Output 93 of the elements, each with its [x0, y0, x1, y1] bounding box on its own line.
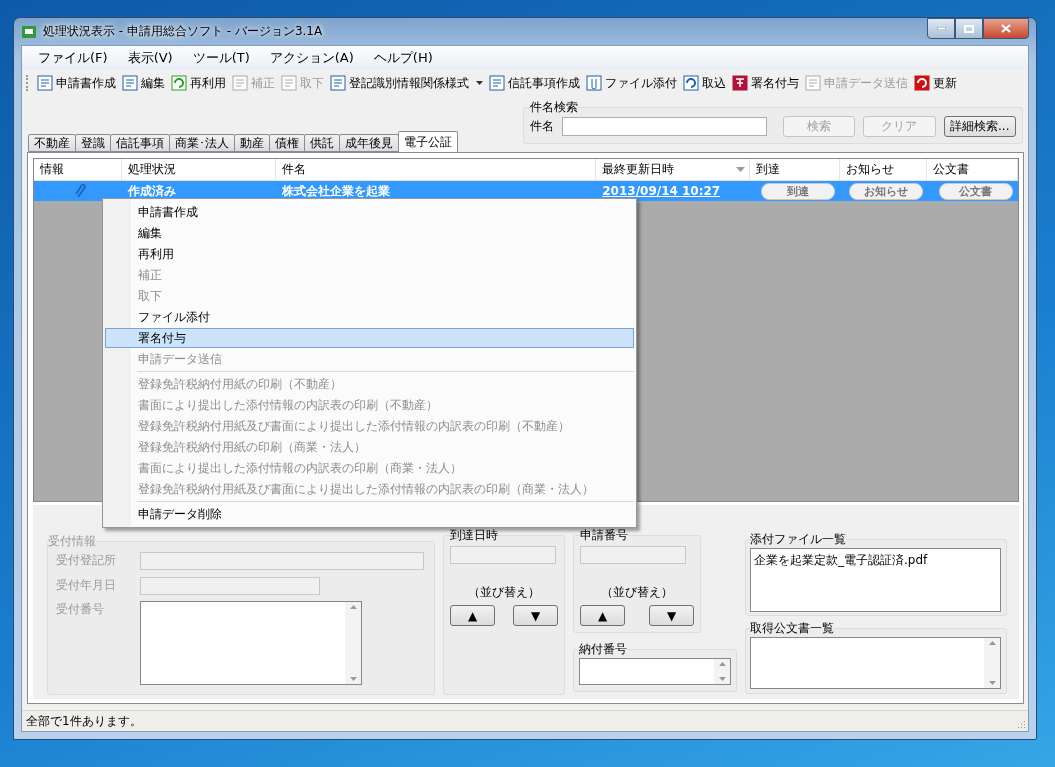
field-label: 受付年月日 — [56, 576, 117, 594]
context-menu-item[interactable]: 編集 — [105, 223, 634, 243]
file-list-item[interactable]: 企業を起業定款_電子認証済.pdf — [754, 552, 997, 569]
group-title: 添付ファイル一覧 — [750, 531, 846, 548]
toolbar-button[interactable]: 信託事項作成 — [486, 72, 583, 94]
toolbar-button[interactable]: 再利用 — [168, 72, 229, 94]
menu-item[interactable]: 表示(V) — [119, 47, 181, 69]
column-header[interactable]: 最終更新日時 — [596, 159, 750, 180]
close-icon — [1001, 24, 1011, 33]
sync-icon — [683, 75, 699, 91]
context-menu-item[interactable]: 申請書作成 — [105, 202, 634, 222]
toolbar-button[interactable]: 登記識別情報関係様式 — [327, 72, 486, 94]
tab[interactable]: 不動産 — [28, 134, 76, 152]
form-icon — [37, 75, 53, 91]
context-menu-item[interactable]: 申請データ削除 — [105, 504, 634, 524]
text-field[interactable] — [140, 576, 320, 595]
sort-down-button[interactable]: ▼ — [649, 605, 694, 626]
text-field[interactable] — [580, 546, 686, 564]
text-area[interactable] — [579, 658, 731, 685]
menu-item[interactable]: ヘルプ(H) — [365, 47, 441, 69]
context-menu-item[interactable]: ファイル添付 — [105, 307, 634, 327]
column-header[interactable]: 件名 — [276, 159, 597, 180]
document-icon — [281, 75, 297, 91]
app-icon — [21, 23, 37, 40]
text-field[interactable] — [450, 546, 556, 564]
tab[interactable]: 信託事項 — [110, 134, 170, 152]
sort-down-button[interactable]: ▼ — [513, 605, 558, 626]
resize-grip-icon[interactable] — [1016, 719, 1026, 729]
paperclip-icon — [586, 75, 602, 91]
group-title: 納付番号 — [579, 641, 627, 658]
minimize-icon — [936, 27, 946, 30]
menu-item[interactable]: ツール(T) — [184, 47, 258, 69]
tab[interactable]: 成年後見 — [339, 134, 399, 152]
document-icon — [232, 75, 248, 91]
context-menu-item[interactable]: 再利用 — [105, 244, 634, 264]
row-button[interactable]: 到達 — [760, 182, 835, 200]
scroll-up-icon[interactable] — [718, 662, 726, 666]
menu-item[interactable]: ファイル(F) — [30, 47, 116, 69]
tab[interactable]: 電子公証 — [398, 131, 458, 152]
text-area[interactable] — [140, 601, 362, 686]
sort-up-button[interactable]: ▲ — [580, 605, 625, 626]
scroll-down-icon[interactable] — [718, 677, 726, 681]
tab[interactable]: 動産 — [234, 134, 270, 152]
toolbar-button[interactable]: 更新 — [911, 72, 960, 94]
close-button[interactable] — [983, 18, 1029, 39]
column-header[interactable]: 到達 — [749, 159, 840, 180]
subject-search-field[interactable] — [562, 117, 767, 136]
table-row[interactable]: 作成済み 株式会社企業を起業 2013/09/14 10:27 到達 お知らせ 公文書 — [34, 181, 1018, 201]
maximize-icon — [964, 24, 974, 33]
toolbar-button[interactable]: ファイル添付 — [583, 72, 680, 94]
group-title: 取得公文書一覧 — [750, 620, 834, 637]
seal-icon — [732, 75, 748, 91]
row-button[interactable]: お知らせ — [849, 182, 924, 200]
tab[interactable]: 商業･法人 — [169, 134, 235, 152]
refresh-icon — [914, 75, 930, 91]
maximize-button[interactable] — [955, 18, 983, 39]
toolbar-button[interactable]: 取込 — [680, 72, 729, 94]
context-menu-item[interactable]: 署名付与 — [105, 328, 634, 348]
recycle-icon — [171, 75, 187, 91]
row-button[interactable]: 公文書 — [938, 182, 1013, 200]
toolbar-button[interactable]: 編集 — [119, 72, 168, 94]
scroll-up-icon[interactable] — [349, 605, 357, 610]
sort-label: （並び替え） — [600, 584, 674, 601]
column-header[interactable]: お知らせ — [839, 159, 928, 180]
search-button[interactable]: 詳細検索... — [943, 116, 1016, 137]
sort-up-button[interactable]: ▲ — [450, 605, 495, 626]
document-icon — [122, 75, 138, 91]
column-header[interactable]: 処理状況 — [121, 159, 277, 180]
tab[interactable]: 債権 — [269, 134, 305, 152]
toolbar-button[interactable]: 申請書作成 — [34, 72, 119, 94]
column-header[interactable]: 情報 — [34, 159, 122, 180]
tab[interactable]: 供託 — [304, 134, 340, 152]
table-cell: 作成済み — [127, 182, 176, 200]
minimize-button[interactable] — [927, 18, 955, 39]
toolbar-button[interactable]: 署名付与 — [729, 72, 802, 94]
sort-label: （並び替え） — [467, 584, 541, 601]
group-title: 申請番号 — [580, 527, 628, 544]
group-title: 受付情報 — [48, 533, 96, 550]
field-label: 件名 — [530, 118, 554, 135]
window-title: 処理状況表示 - 申請用総合ソフト - バージョン3.1A — [43, 23, 323, 40]
group-title: 到達日時 — [450, 527, 498, 544]
column-header[interactable]: 公文書 — [927, 159, 1018, 180]
field-label: 受付登記所 — [56, 552, 117, 569]
group-title: 件名検索 — [530, 99, 578, 116]
field-label: 受付番号 — [56, 601, 105, 619]
menu-item[interactable]: アクション(A) — [261, 47, 362, 69]
table-cell: 株式会社企業を起業 — [282, 182, 391, 200]
text-field[interactable] — [140, 552, 424, 570]
status-text: 全部で1件あります。 — [26, 712, 142, 730]
scroll-up-icon[interactable] — [988, 641, 996, 645]
scroll-down-icon[interactable] — [349, 677, 357, 682]
tab[interactable]: 登識 — [75, 134, 111, 152]
scroll-down-icon[interactable] — [988, 681, 996, 685]
